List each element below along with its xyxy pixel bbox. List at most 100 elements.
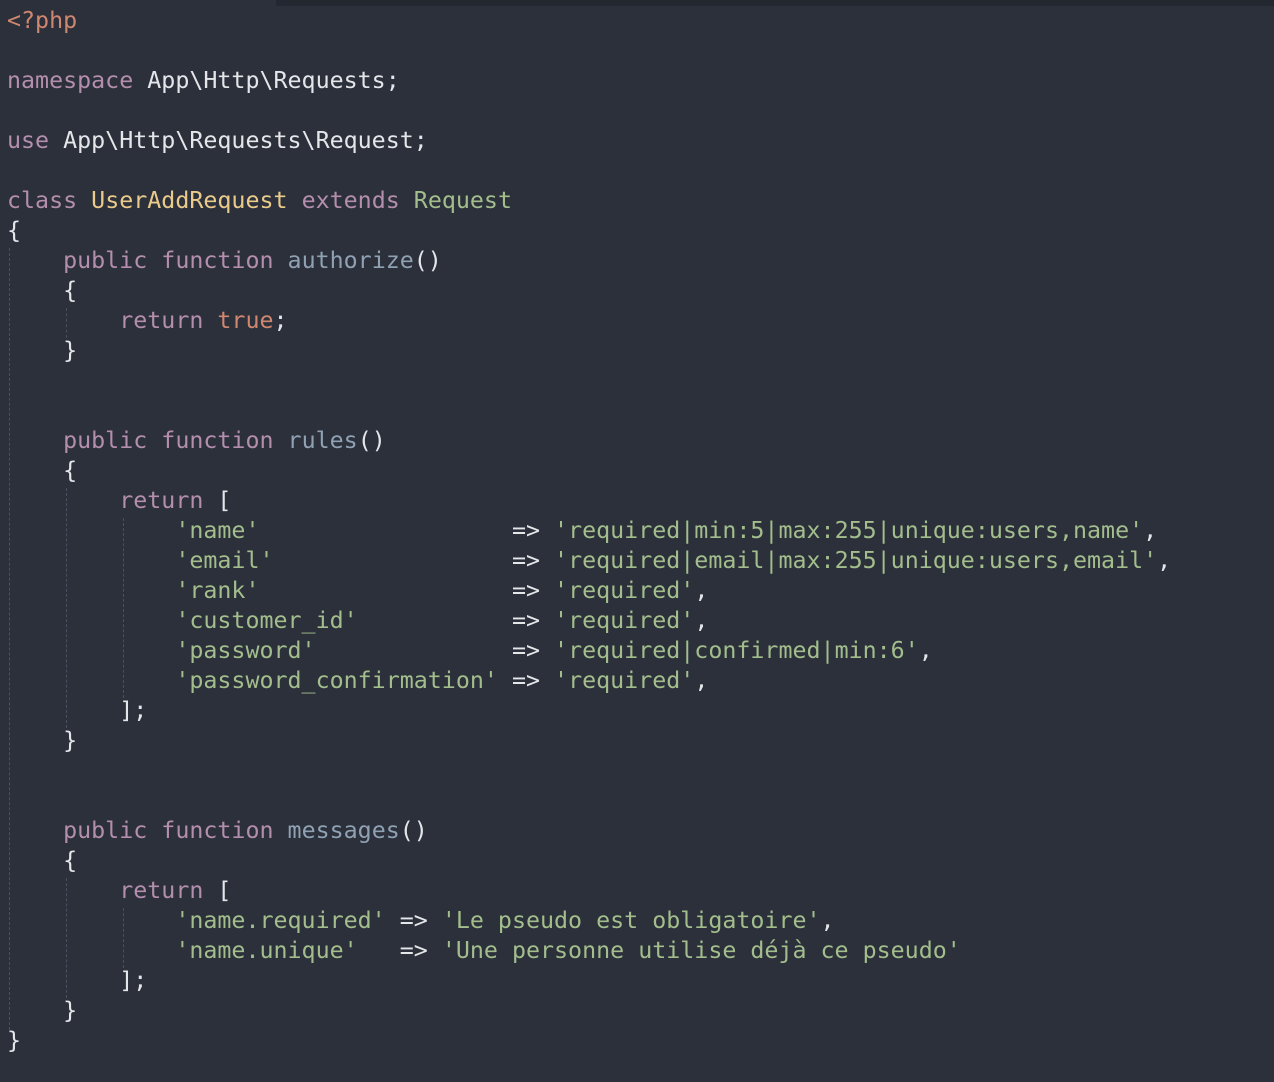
keyword: function — [161, 247, 274, 274]
message-key: 'name.required' — [175, 907, 386, 934]
rule-value: 'required' — [554, 577, 695, 604]
code-line: { — [7, 846, 1171, 876]
function-name: rules — [287, 427, 358, 454]
keyword: public — [63, 247, 148, 274]
code-line: public function rules() — [7, 426, 1171, 456]
comma: , — [694, 667, 709, 694]
code-line: 'email' => 'required|email|max:255|uniqu… — [7, 546, 1171, 576]
code-line: 'rank' => 'required', — [7, 576, 1171, 606]
keyword: public — [63, 427, 148, 454]
code-line: ]; — [7, 966, 1171, 996]
comma: , — [694, 607, 709, 634]
code-line: class UserAddRequest extends Request — [7, 186, 1171, 216]
keyword: class — [7, 187, 78, 214]
arrow: => — [399, 907, 428, 934]
keyword: function — [161, 817, 274, 844]
use-name: App\Http\Requests\Request; — [63, 127, 428, 154]
rule-value: 'required|confirmed|min:6' — [554, 637, 919, 664]
code-editor[interactable]: <?php namespace App\Http\Requests; use A… — [0, 0, 1274, 1082]
code-line: 'password' => 'required|confirmed|min:6'… — [7, 636, 1171, 666]
code-line: } — [7, 996, 1171, 1026]
code-line: { — [7, 276, 1171, 306]
bracket: [ — [217, 487, 232, 514]
code-line: 'name.required' => 'Le pseudo est obliga… — [7, 906, 1171, 936]
keyword: function — [161, 427, 274, 454]
code-text[interactable]: <?php namespace App\Http\Requests; use A… — [7, 6, 1171, 1056]
arrow: => — [511, 547, 541, 574]
brace: } — [63, 727, 78, 754]
rule-key: 'password' — [175, 637, 498, 664]
brace: { — [63, 277, 78, 304]
comma: , — [1143, 517, 1158, 544]
message-value: 'Une personne utilise déjà ce pseudo' — [441, 937, 961, 964]
keyword: namespace — [7, 67, 134, 94]
code-line: namespace App\Http\Requests; — [7, 66, 1171, 96]
comma: , — [820, 907, 835, 934]
keyword: use — [7, 127, 50, 154]
rule-value: 'required|email|max:255|unique:users,ema… — [554, 547, 1158, 574]
code-line: return [ — [7, 486, 1171, 516]
arrow: => — [511, 607, 541, 634]
keyword: extends — [301, 187, 400, 214]
message-key: 'name.unique' — [175, 937, 386, 964]
namespace-name: App\Http\Requests; — [147, 67, 400, 94]
code-line: 'name' => 'required|min:5|max:255|unique… — [7, 516, 1171, 546]
rule-key: 'email' — [175, 547, 498, 574]
function-name: messages — [287, 817, 400, 844]
code-line: } — [7, 1026, 1171, 1056]
function-name: authorize — [287, 247, 414, 274]
message-value: 'Le pseudo est obligatoire' — [441, 907, 821, 934]
arrow: => — [511, 637, 541, 664]
comma: , — [694, 577, 709, 604]
code-line: { — [7, 456, 1171, 486]
class-name: UserAddRequest — [91, 187, 288, 214]
code-line: 'password_confirmation' => 'required', — [7, 666, 1171, 696]
constant: true — [217, 307, 274, 334]
code-line: public function messages() — [7, 816, 1171, 846]
arrow: => — [399, 937, 428, 964]
code-line: return [ — [7, 876, 1171, 906]
brace: { — [63, 457, 78, 484]
code-line: 'name.unique' => 'Une personne utilise d… — [7, 936, 1171, 966]
code-line: } — [7, 336, 1171, 366]
bracket-close: ]; — [119, 967, 148, 994]
keyword: return — [119, 877, 204, 904]
parent-class-name: Request — [413, 187, 512, 214]
rule-key: 'rank' — [175, 577, 498, 604]
keyword: return — [119, 487, 204, 514]
code-line: { — [7, 216, 1171, 246]
arrow: => — [511, 577, 541, 604]
rule-key: 'name' — [175, 517, 498, 544]
parens: () — [357, 427, 386, 454]
code-line: 'customer_id' => 'required', — [7, 606, 1171, 636]
keyword: public — [63, 817, 148, 844]
semicolon: ; — [273, 307, 288, 334]
keyword: return — [119, 307, 204, 334]
brace: { — [7, 217, 22, 244]
rule-key: 'password_confirmation' — [175, 667, 498, 694]
parens: () — [399, 817, 428, 844]
code-line: use App\Http\Requests\Request; — [7, 126, 1171, 156]
rule-value: 'required|min:5|max:255|unique:users,nam… — [554, 517, 1144, 544]
bracket-close: ]; — [119, 697, 148, 724]
brace: } — [7, 1027, 22, 1054]
rule-key: 'customer_id' — [175, 607, 498, 634]
brace: } — [63, 337, 78, 364]
rule-value: 'required' — [554, 667, 695, 694]
code-line: return true; — [7, 306, 1171, 336]
brace: { — [63, 847, 78, 874]
arrow: => — [511, 667, 541, 694]
comma: , — [918, 637, 933, 664]
rule-value: 'required' — [554, 607, 695, 634]
parens: () — [413, 247, 442, 274]
code-line: } — [7, 726, 1171, 756]
brace: } — [63, 997, 78, 1024]
code-line: public function authorize() — [7, 246, 1171, 276]
code-line: <?php — [7, 6, 1171, 36]
